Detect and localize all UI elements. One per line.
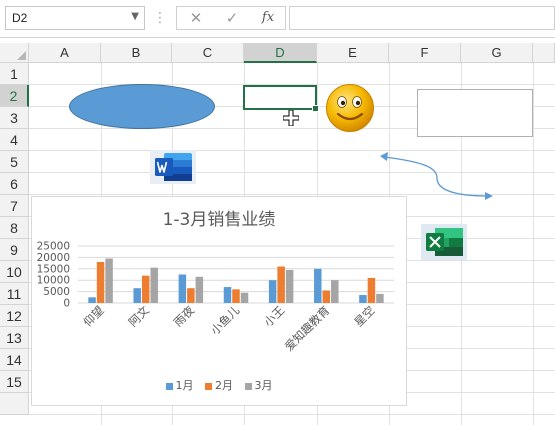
formula-bar: D2 ▼ ⋮ ✕ ✓ fx <box>0 0 555 38</box>
y-tick-label: 15000 <box>37 263 70 275</box>
category-label: 小鱼儿 <box>208 303 243 338</box>
bar-2-6 <box>322 290 331 303</box>
selected-cell-d2[interactable] <box>243 85 319 112</box>
column-header-c[interactable]: C <box>172 43 244 63</box>
column-header-e[interactable]: E <box>317 43 389 63</box>
legend-label-2: 2月 <box>215 379 233 392</box>
legend-label-3: 3月 <box>254 379 273 392</box>
category-label: 小王 <box>261 303 287 329</box>
name-box-value: D2 <box>12 11 28 25</box>
name-box[interactable]: D2 ▼ <box>5 6 145 30</box>
legend-item-1: 1月 <box>165 377 194 393</box>
category-label: 星空 <box>351 303 377 329</box>
row-header-4[interactable]: 4 <box>0 129 29 151</box>
y-tick-label: 0 <box>63 298 70 310</box>
bar-3-6 <box>331 280 339 303</box>
column-header-a[interactable]: A <box>29 43 101 63</box>
bar-3-2 <box>150 267 158 303</box>
legend-item-2: 2月 <box>205 377 233 393</box>
enter-icon[interactable]: ✓ <box>215 7 249 29</box>
row-header-13[interactable]: 13 <box>0 327 29 349</box>
row-header-14[interactable]: 14 <box>0 349 29 371</box>
column-header-b[interactable]: B <box>101 43 172 63</box>
chevron-down-icon[interactable]: ▼ <box>131 11 139 22</box>
column-chart[interactable]: 1-3月销售业绩 25000 20000 15000 10000 5000 0 仰望 阿文 雨夜… <box>31 196 407 406</box>
legend-swatch-1 <box>165 382 173 390</box>
bar-2-2 <box>141 275 150 303</box>
bar-3-5 <box>285 269 294 303</box>
chart-legend: 1月 2月 3月 <box>32 377 406 393</box>
column-header-g[interactable]: G <box>461 43 533 63</box>
row-header-10[interactable]: 10 <box>0 261 29 283</box>
chart-plot-area: 2500020000150001000050000 仰望 阿文 雨夜 小鱼儿 小王爱知趣教… <box>37 241 394 354</box>
formula-input[interactable] <box>289 6 555 30</box>
category-label: 阿文 <box>126 303 153 330</box>
vertical-dots-icon: ⋮ <box>153 10 167 26</box>
empty-rectangle-shape[interactable] <box>417 89 533 137</box>
row-header-15[interactable]: 15 <box>0 371 29 393</box>
column-header-d[interactable]: D <box>244 43 317 63</box>
y-tick-label: 10000 <box>37 275 70 287</box>
word-icon[interactable] <box>150 150 196 184</box>
bar-1-5 <box>268 280 277 303</box>
row-header-11[interactable]: 11 <box>0 283 29 305</box>
row-header-1[interactable]: 1 <box>0 63 29 85</box>
y-tick-label: 20000 <box>37 252 70 264</box>
y-tick-label: 5000 <box>43 286 70 298</box>
bar-1-6 <box>314 268 322 303</box>
row-header-5[interactable]: 5 <box>0 151 29 173</box>
row-header-8[interactable]: 8 <box>0 217 29 239</box>
legend-swatch-2 <box>205 382 212 390</box>
bar-2-7 <box>367 277 376 303</box>
row-header-9[interactable]: 9 <box>0 239 29 261</box>
bar-3-3 <box>195 276 204 303</box>
category-label: 雨夜 <box>171 303 198 330</box>
y-tick-label: 25000 <box>37 241 70 253</box>
excel-icon[interactable] <box>421 224 467 260</box>
bar-3-1 <box>105 258 113 303</box>
legend-label-1: 1月 <box>175 379 194 392</box>
cancel-icon[interactable]: ✕ <box>179 7 213 29</box>
bar-3-4 <box>240 292 249 303</box>
bar-2-5 <box>277 266 285 303</box>
bar-2-3 <box>187 288 195 303</box>
select-all-button[interactable] <box>0 43 29 63</box>
bar-1-4 <box>223 287 232 303</box>
bar-2-1 <box>96 261 105 303</box>
blue-ellipse-shape[interactable] <box>69 84 215 129</box>
row-header-7[interactable]: 7 <box>0 195 29 217</box>
bar-3-7 <box>376 293 384 303</box>
row-header-3[interactable]: 3 <box>0 107 29 129</box>
column-header-h[interactable] <box>533 43 555 63</box>
formula-buttons: ✕ ✓ fx <box>176 6 286 30</box>
bar-1-3 <box>178 274 187 303</box>
row-header-12[interactable]: 12 <box>0 305 29 327</box>
category-label: 爱知趣教育 <box>282 303 333 354</box>
bar-1-7 <box>359 295 367 303</box>
smiley-icon[interactable] <box>325 83 375 133</box>
legend-item-3: 3月 <box>244 377 273 393</box>
bar-1-2 <box>133 288 141 303</box>
legend-swatch-3 <box>244 382 252 390</box>
row-header-2[interactable]: 2 <box>0 85 29 107</box>
bar-1-1 <box>88 297 96 303</box>
category-label: 仰望 <box>81 303 107 329</box>
bar-2-4 <box>232 289 240 303</box>
row-header-6[interactable]: 6 <box>0 173 29 195</box>
row-header-16[interactable] <box>0 393 29 415</box>
column-header-f[interactable]: F <box>389 43 461 63</box>
cross-cursor-icon <box>283 110 299 126</box>
insert-function-icon[interactable]: fx <box>251 7 285 29</box>
fill-handle[interactable] <box>312 105 319 112</box>
